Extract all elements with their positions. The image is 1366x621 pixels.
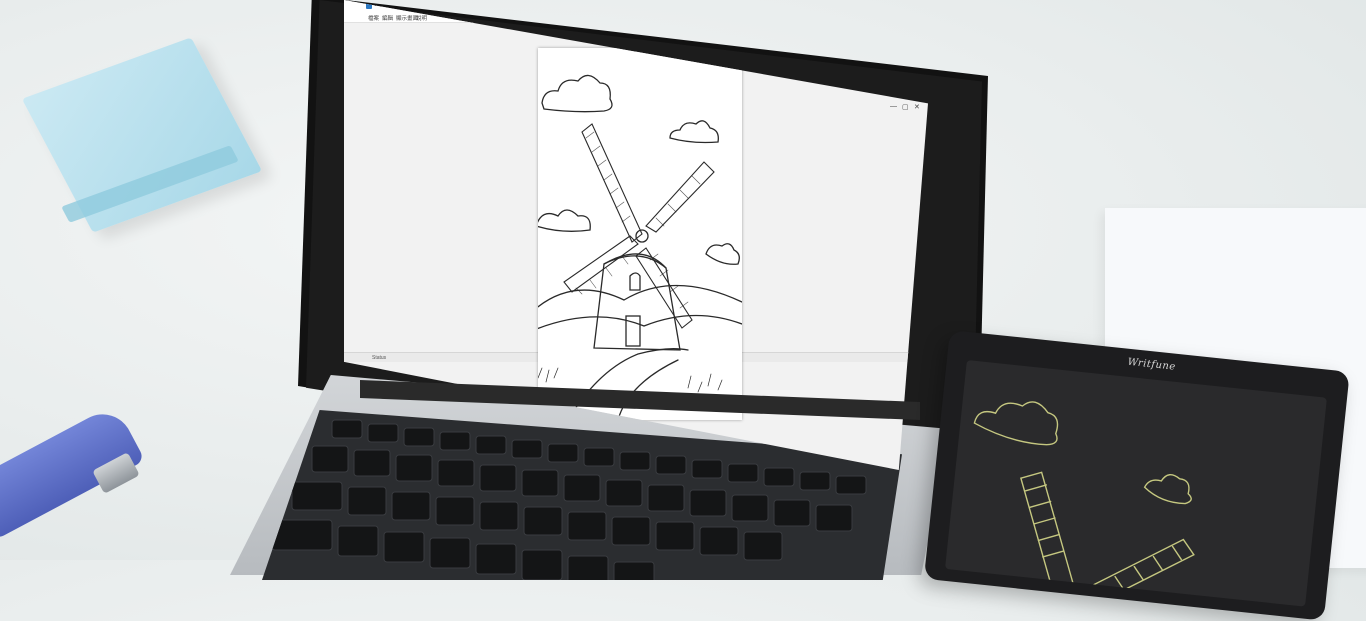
tablet-sketch	[973, 401, 1195, 601]
tablet-screen	[945, 359, 1327, 607]
menu-file[interactable]: 檔案	[368, 14, 379, 22]
windmill-sketch	[533, 74, 743, 421]
maximize-button[interactable]: ▢	[902, 103, 909, 111]
minimize-button[interactable]: —	[890, 103, 897, 110]
status-text: Status	[372, 355, 387, 361]
menu-edit[interactable]: 編輯	[382, 14, 393, 22]
writing-tablet: Writfune	[923, 330, 1350, 621]
drawing-canvas[interactable]	[533, 48, 743, 421]
menu-view[interactable]: 顯示畫面	[396, 14, 418, 22]
close-button[interactable]: ✕	[914, 103, 920, 111]
tablet-brand: Writfune	[1127, 356, 1177, 373]
menu-help[interactable]: 說明	[416, 14, 427, 22]
sticky-note	[21, 37, 263, 233]
